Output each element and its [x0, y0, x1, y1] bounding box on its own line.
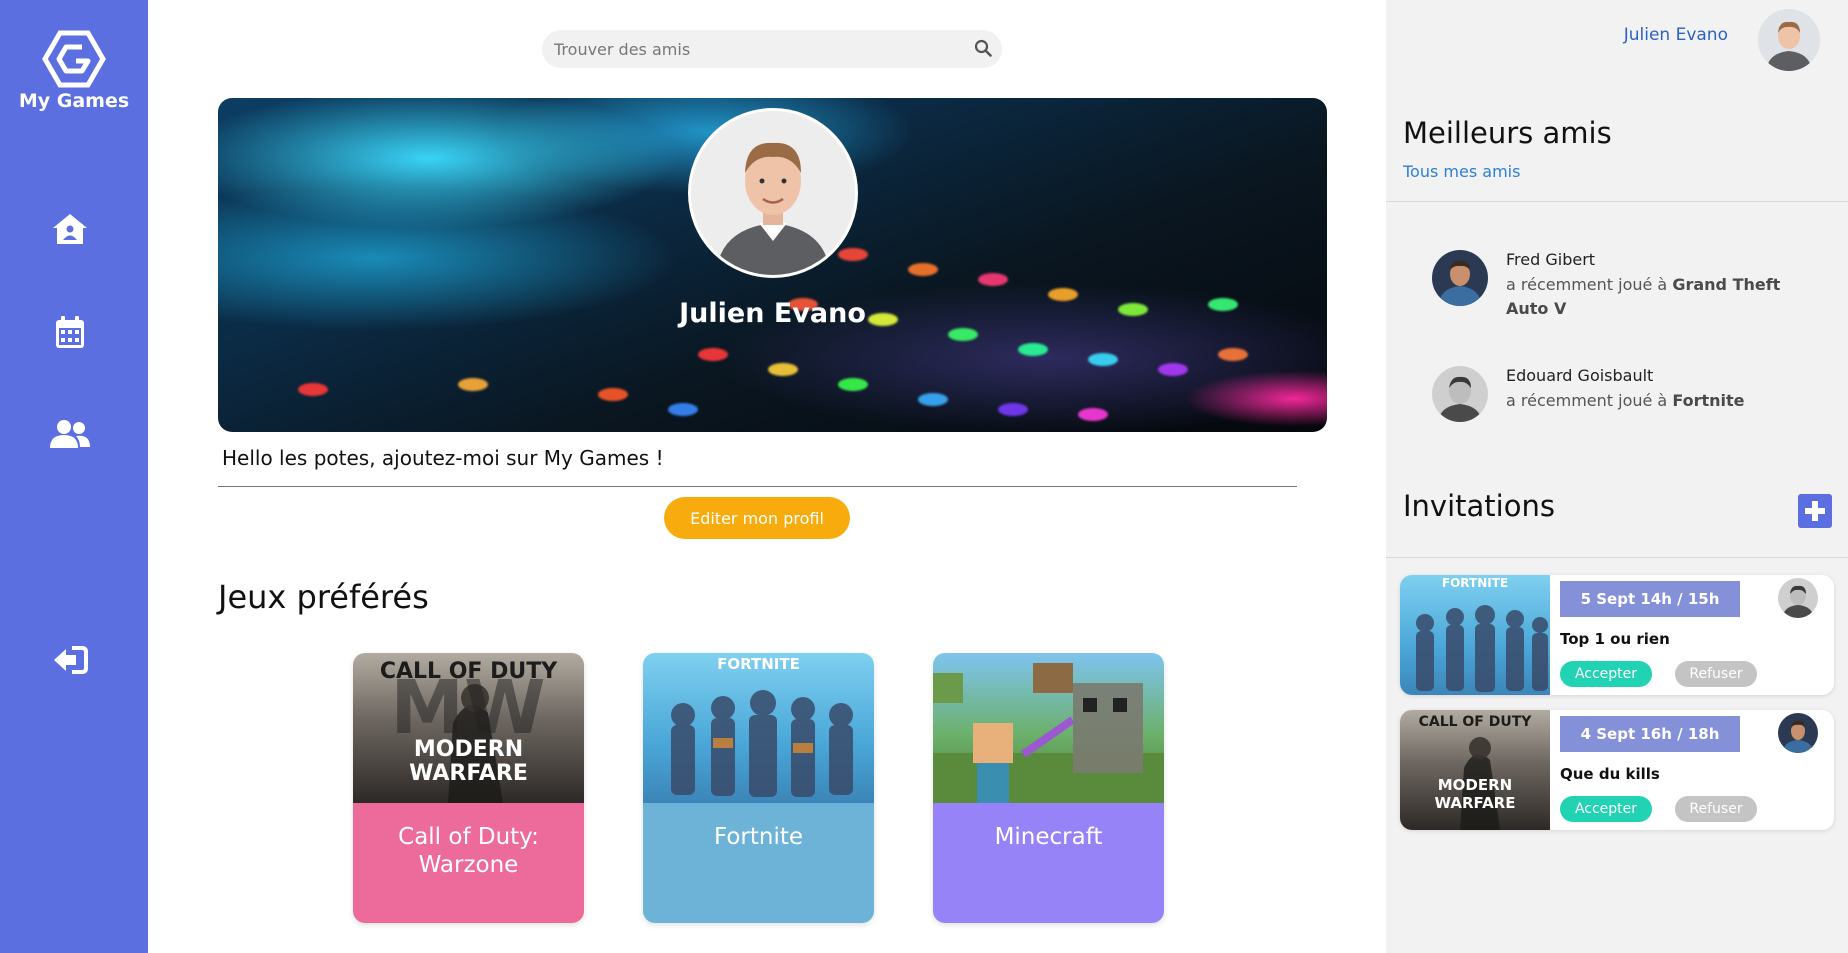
game-card-fortnite[interactable]: FORTNITE Fortnite	[643, 653, 874, 923]
right-panel: Julien Evano Meilleurs amis Tous mes ami…	[1386, 0, 1848, 953]
invitation-sender-avatar	[1778, 713, 1818, 753]
invitation-card: FORTNITE 5 Sept 14h / 15h Top 1 ou rien …	[1400, 575, 1834, 695]
favorites-title: Jeux préférés	[218, 578, 429, 616]
logo-icon	[42, 30, 106, 88]
invitation-game-poster: FORTNITE	[1400, 575, 1550, 695]
friend-avatar	[1432, 366, 1488, 422]
invitations-divider	[1386, 557, 1848, 558]
invitation-date: 4 Sept 16h / 18h	[1560, 716, 1740, 752]
invitations-title: Invitations	[1403, 489, 1555, 523]
nav-home[interactable]	[48, 207, 92, 251]
nav-friends[interactable]	[48, 412, 92, 456]
game-card-footer	[933, 803, 1164, 923]
invitation-card: CALL OF DUTY MODERN WARFARE 4 Sept 16h /…	[1400, 710, 1834, 830]
game-name: Minecraft	[994, 824, 1103, 850]
all-friends-link[interactable]: Tous mes amis	[1403, 162, 1520, 181]
game-name: Fortnite	[713, 824, 804, 850]
poster-title: CALL OF DUTY	[379, 659, 558, 684]
profile-bio: Hello les potes, ajoutez-moi sur My Game…	[222, 446, 664, 470]
invitation-title: Que du kills	[1560, 765, 1660, 783]
invitation-sender-avatar	[1778, 578, 1818, 618]
profile-banner: Julien Evano	[218, 98, 1327, 432]
avatar-photo	[691, 111, 855, 275]
poster-subtitle: WARFARE	[409, 761, 528, 786]
brand[interactable]: My Games	[0, 30, 148, 112]
header-user-name[interactable]: Julien Evano	[1624, 25, 1728, 45]
poster-subtitle: MODERN	[413, 737, 524, 762]
home-icon	[53, 214, 87, 244]
main-content: Julien Evano Hello les potes, ajoutez-mo…	[148, 0, 1386, 953]
invitation-title: Top 1 ou rien	[1560, 630, 1670, 648]
game-poster-minecraft	[933, 653, 1164, 803]
poster-title: FORTNITE	[717, 655, 800, 673]
search-icon[interactable]	[974, 39, 992, 57]
profile-name: Julien Evano	[679, 298, 866, 329]
plus-icon	[1805, 501, 1825, 521]
accept-button[interactable]: Accepter	[1560, 661, 1652, 687]
friends-icon	[50, 420, 90, 448]
nav-logout[interactable]	[48, 638, 92, 682]
poster-title: FORTNITE	[1441, 576, 1509, 590]
brand-name: My Games	[18, 90, 130, 112]
search-bar	[542, 30, 1002, 68]
game-name: Call of Duty: Warzone	[398, 824, 539, 878]
game-card-call-of-duty[interactable]: MW CALL OF DUTY MODERN WARFARE Call of D…	[353, 653, 584, 923]
poster-subtitle: WARFARE	[1434, 794, 1516, 812]
game-card-minecraft[interactable]: Minecraft	[933, 653, 1164, 923]
accept-button[interactable]: Accepter	[1560, 796, 1652, 822]
friend-name: Edouard Goisbault	[1506, 366, 1654, 385]
calendar-icon	[56, 316, 84, 348]
search-input[interactable]	[554, 30, 954, 68]
logout-icon	[54, 646, 88, 674]
friend-activity: a récemment joué à Grand Theft Auto V	[1506, 275, 1781, 318]
edit-profile-button[interactable]: Editer mon profil	[664, 497, 850, 539]
best-friends-title: Meilleurs amis	[1403, 116, 1612, 150]
invitation-date: 5 Sept 14h / 15h	[1560, 581, 1740, 617]
game-poster-call-of-duty: MW CALL OF DUTY MODERN WARFARE	[353, 653, 584, 803]
bio-divider	[218, 486, 1297, 487]
sidebar: My Games	[0, 0, 148, 953]
invitation-game-poster: CALL OF DUTY MODERN WARFARE	[1400, 710, 1550, 830]
game-poster-fortnite: FORTNITE	[643, 653, 874, 803]
add-invitation-button[interactable]	[1798, 494, 1832, 528]
best-friends-divider	[1386, 201, 1848, 202]
header-user-avatar[interactable]	[1758, 9, 1820, 71]
profile-avatar	[688, 108, 858, 278]
friend-activity: a récemment joué à Fortnite	[1506, 391, 1745, 410]
poster-subtitle: MODERN	[1437, 776, 1513, 794]
friend-avatar	[1432, 250, 1488, 306]
refuse-button[interactable]: Refuser	[1675, 796, 1757, 822]
refuse-button[interactable]: Refuser	[1675, 661, 1757, 687]
friend-name: Fred Gibert	[1506, 250, 1596, 269]
game-card-footer	[643, 803, 874, 923]
poster-title: CALL OF DUTY	[1418, 714, 1532, 730]
nav-calendar[interactable]	[48, 310, 92, 354]
